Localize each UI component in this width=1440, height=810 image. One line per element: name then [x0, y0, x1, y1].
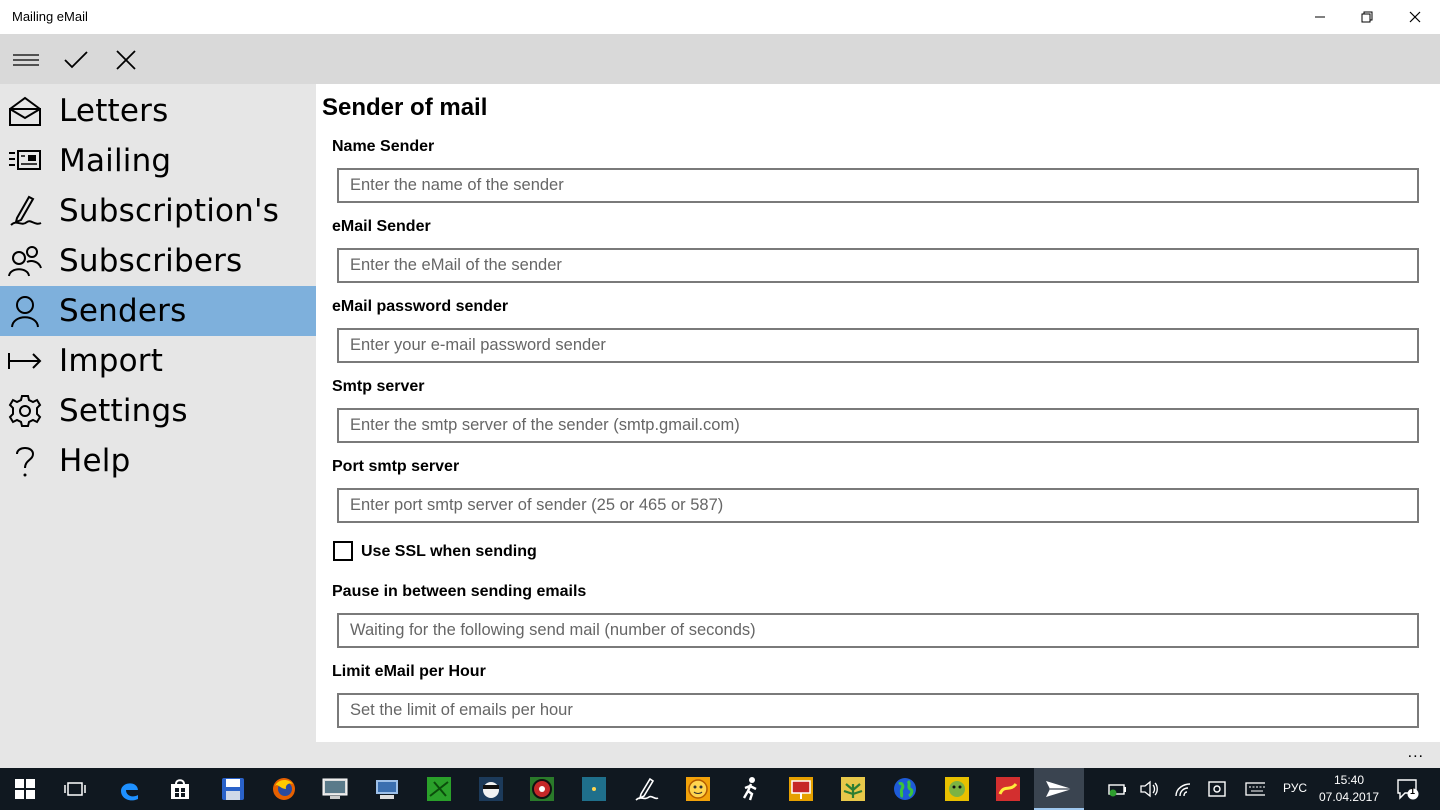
smtp-server-input[interactable] — [337, 408, 1419, 443]
smiley-app-icon[interactable] — [683, 774, 713, 804]
use-ssl-label[interactable]: Use SSL when sending — [361, 543, 537, 561]
sidebar-item-label: Mailing — [59, 143, 172, 179]
email-sender-input[interactable] — [337, 248, 1419, 283]
sidebar-item-label: Help — [59, 443, 131, 479]
mailing-app-icon[interactable] — [1044, 774, 1074, 804]
teal-app-icon[interactable] — [579, 774, 609, 804]
sidebar-item-label: Subscribers — [59, 243, 243, 279]
leaf-app-icon[interactable] — [838, 774, 868, 804]
name-sender-label: Name Sender — [332, 138, 435, 155]
edge-browser-icon[interactable] — [114, 774, 144, 804]
input-language[interactable]: РУС — [1283, 781, 1307, 795]
smtp-server-label: Smtp server — [332, 378, 425, 395]
email-password-input[interactable] — [337, 328, 1419, 363]
wifi-icon[interactable] — [1174, 779, 1194, 799]
clock-time: 15:40 — [1333, 773, 1365, 787]
question-icon — [6, 444, 44, 478]
monitor-app-icon[interactable] — [320, 774, 350, 804]
clock[interactable]: 15:40 07.04.2017 — [1318, 772, 1380, 806]
restore-icon — [1361, 11, 1373, 23]
close-icon — [116, 50, 136, 70]
page-title: Sender of mail — [322, 94, 488, 121]
minimize-button[interactable] — [1296, 0, 1344, 34]
signature-app-icon[interactable] — [631, 774, 661, 804]
people-icon — [6, 244, 44, 278]
window-title: Mailing eMail — [12, 9, 88, 24]
sidebar-item-subscribers[interactable]: Subscribers — [0, 236, 316, 286]
close-window-button[interactable] — [1391, 0, 1439, 34]
sidebar-item-label: Letters — [59, 93, 169, 129]
restore-button[interactable] — [1343, 0, 1391, 34]
app-bar-bottom: ... — [0, 742, 1440, 768]
task-view-button[interactable] — [60, 774, 90, 804]
windows-logo-icon — [15, 779, 35, 799]
sidebar-item-subscriptions[interactable]: Subscription's — [0, 186, 316, 236]
envelope-open-icon — [6, 94, 44, 128]
sidebar-item-help[interactable]: Help — [0, 436, 316, 486]
sidebar-item-mailing[interactable]: Mailing — [0, 136, 316, 186]
sidebar-nav: Letters Mailing Subscription's Subscribe… — [0, 84, 316, 742]
keyboard-icon[interactable] — [1245, 779, 1265, 799]
limit-per-hour-label: Limit eMail per Hour — [332, 663, 486, 680]
network-app-icon[interactable] — [372, 774, 402, 804]
roulette-app-icon[interactable] — [527, 774, 557, 804]
sidebar-item-label: Settings — [59, 393, 188, 429]
notification-count: 1 — [1410, 786, 1416, 796]
person-icon — [6, 294, 44, 328]
name-sender-input[interactable] — [337, 168, 1419, 203]
email-password-label: eMail password sender — [332, 298, 509, 315]
close-window-icon — [1409, 11, 1421, 23]
news-list-icon — [6, 144, 44, 178]
start-button[interactable] — [10, 774, 40, 804]
more-options-button[interactable]: ... — [1408, 744, 1424, 762]
presentation-app-icon[interactable] — [786, 774, 816, 804]
limit-per-hour-input[interactable] — [337, 693, 1419, 728]
hamburger-icon — [13, 54, 39, 66]
firefox-icon[interactable] — [269, 774, 299, 804]
mask-app-icon[interactable] — [476, 774, 506, 804]
globe-app-icon[interactable] — [890, 774, 920, 804]
face-app-icon[interactable] — [942, 774, 972, 804]
accept-button[interactable] — [58, 42, 94, 78]
import-arrow-icon — [6, 344, 44, 378]
hamburger-menu-button[interactable] — [8, 42, 44, 78]
floppy-save-app-icon[interactable] — [218, 774, 248, 804]
cancel-button[interactable] — [108, 42, 144, 78]
notifications-button[interactable]: 1 — [1396, 779, 1420, 800]
command-toolbar — [0, 34, 1440, 84]
sidebar-item-settings[interactable]: Settings — [0, 386, 316, 436]
smtp-port-label: Port smtp server — [332, 458, 460, 475]
notification-icon — [1397, 779, 1419, 800]
gear-icon — [6, 394, 44, 428]
sender-form: Sender of mail Name Sender eMail Sender … — [316, 84, 1440, 742]
smtp-port-input[interactable] — [337, 488, 1419, 523]
title-bar: Mailing eMail — [0, 0, 1440, 34]
pause-input[interactable] — [337, 613, 1419, 648]
walker-app-icon[interactable] — [735, 774, 765, 804]
sidebar-item-letters[interactable]: Letters — [0, 86, 316, 136]
volume-icon[interactable] — [1139, 779, 1159, 799]
fire-app-icon[interactable] — [993, 774, 1023, 804]
email-sender-label: eMail Sender — [332, 218, 431, 235]
sidebar-item-label: Subscription's — [59, 193, 280, 229]
use-ssl-checkbox[interactable] — [333, 541, 353, 561]
windows-taskbar: РУС 15:40 07.04.2017 1 — [0, 768, 1440, 810]
minimize-icon — [1315, 16, 1325, 18]
sidebar-item-label: Import — [59, 343, 164, 379]
clock-date: 07.04.2017 — [1318, 790, 1380, 804]
task-view-icon — [64, 782, 86, 796]
sidebar-item-import[interactable]: Import — [0, 336, 316, 386]
battery-icon[interactable] — [1107, 779, 1127, 799]
store-icon[interactable] — [165, 774, 195, 804]
pause-label: Pause in between sending emails — [332, 583, 587, 600]
signature-pen-icon — [6, 194, 44, 228]
green-app-icon[interactable] — [424, 774, 454, 804]
sidebar-item-label: Senders — [59, 293, 187, 329]
action-tray-icon[interactable] — [1207, 779, 1227, 799]
sidebar-item-senders[interactable]: Senders — [0, 286, 316, 336]
checkmark-icon — [64, 51, 88, 69]
